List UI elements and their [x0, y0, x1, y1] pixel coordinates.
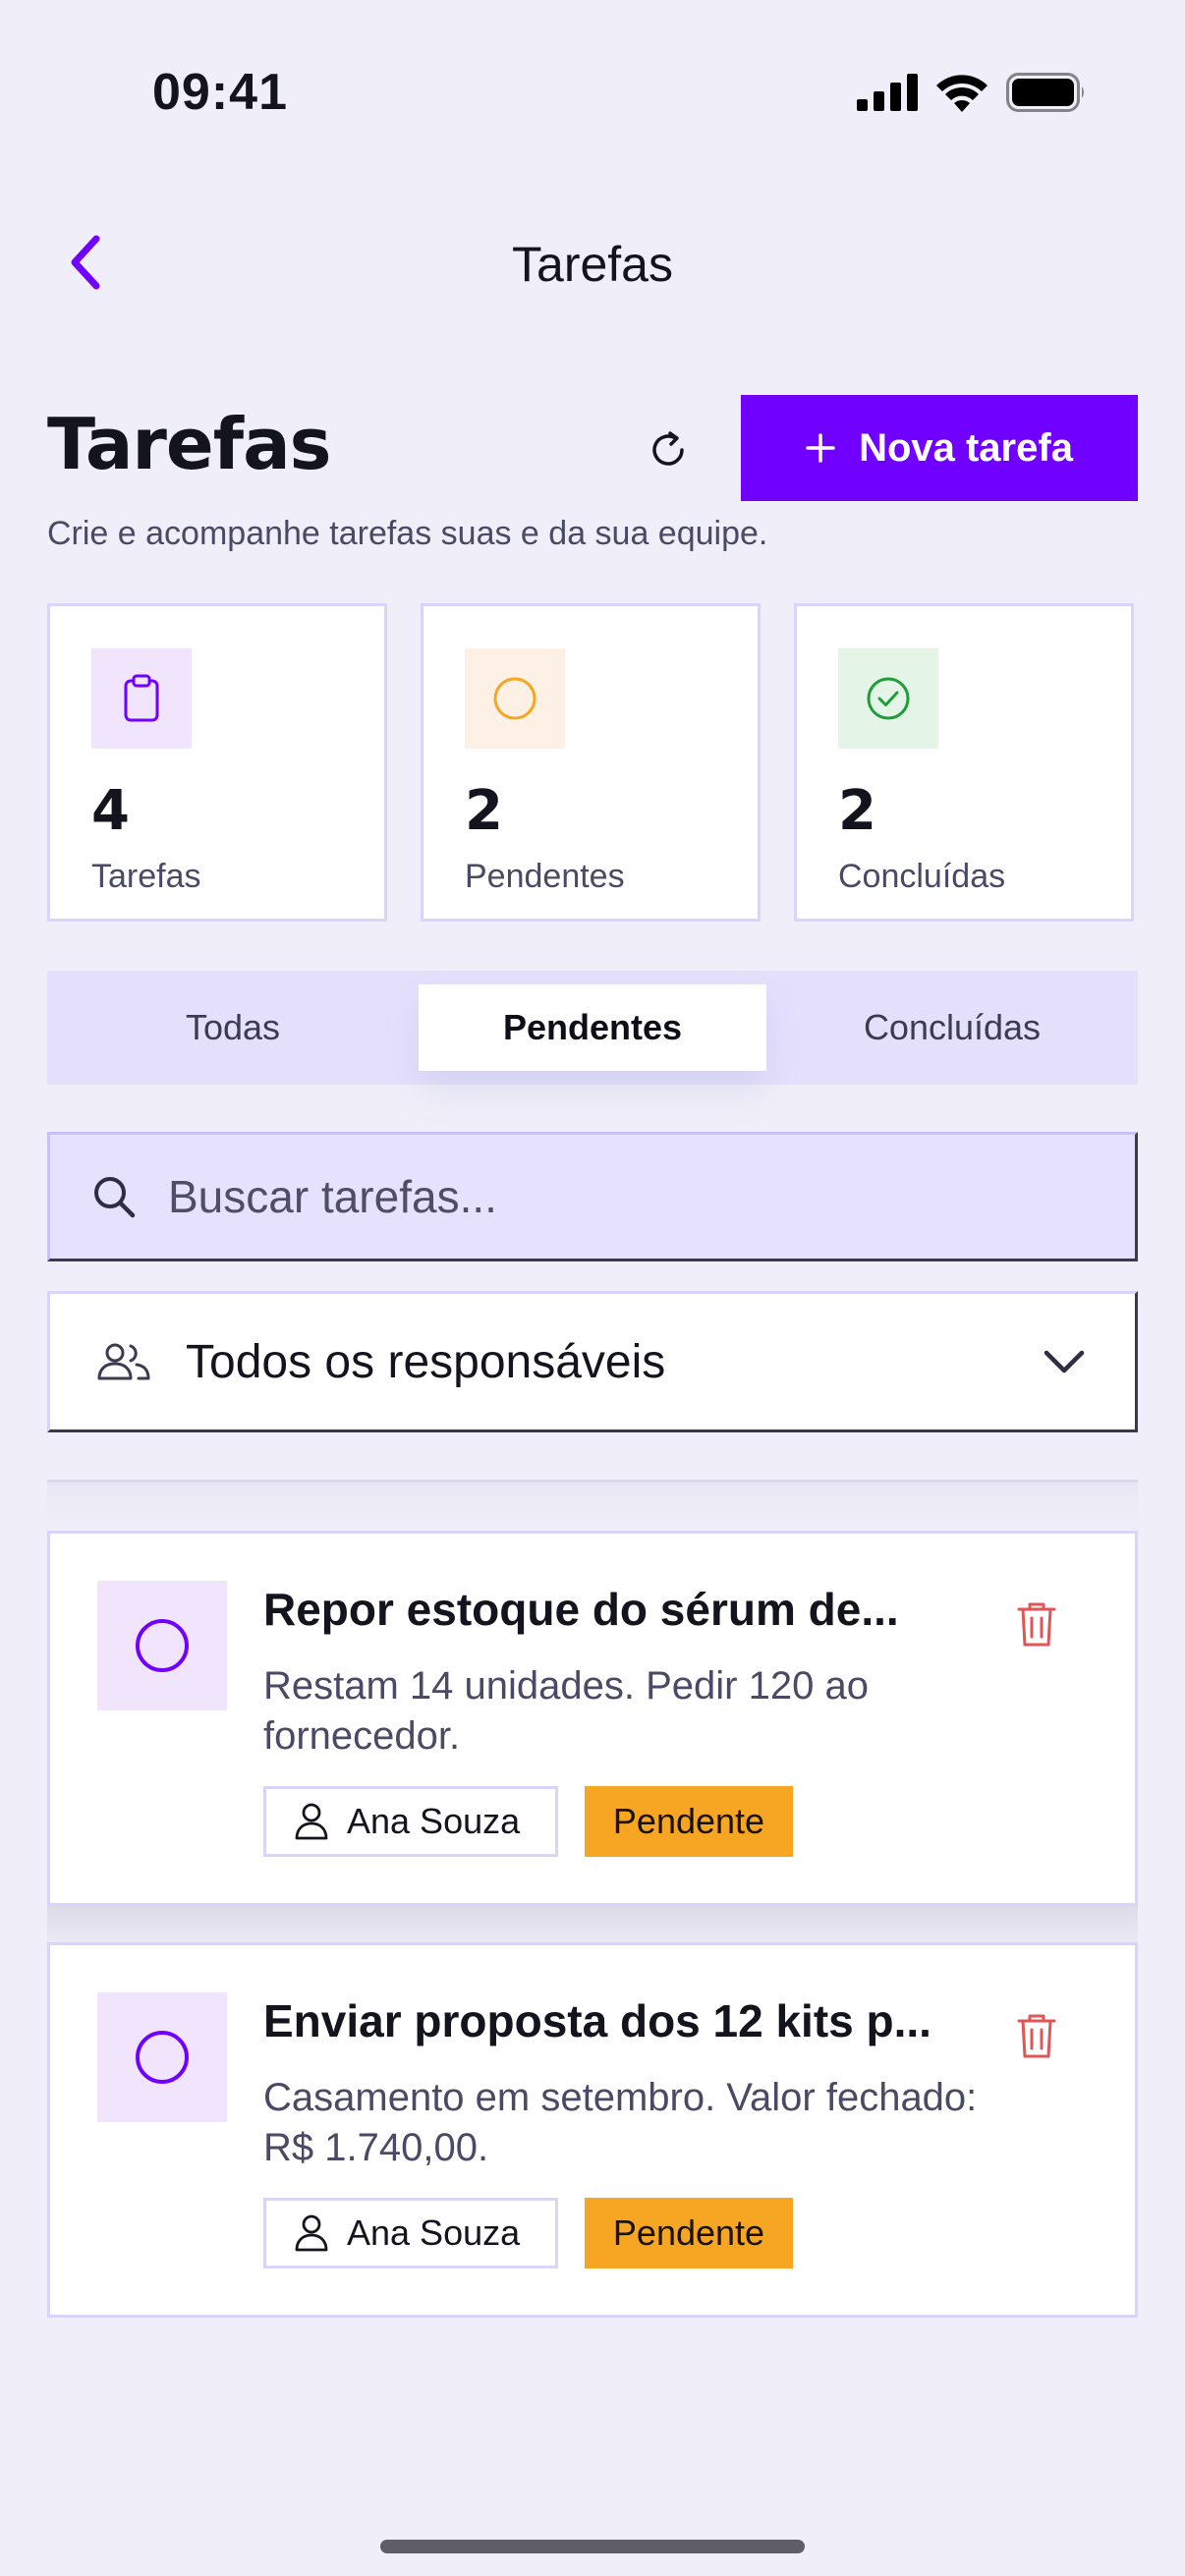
- delete-task-button[interactable]: [1007, 2006, 1066, 2065]
- task-description: Casamento em setembro. Valor fechado: R$…: [263, 2076, 978, 2169]
- plus-icon: [806, 433, 835, 463]
- search-icon: [94, 1177, 136, 1218]
- status-icons: [857, 73, 1087, 112]
- tab-todas[interactable]: Todas: [47, 971, 419, 1085]
- stat-label: Concluídas: [838, 858, 1006, 895]
- stat-card-total: 4 Tarefas: [47, 603, 387, 922]
- task-title: Repor estoque do sérum de...: [263, 1584, 899, 1635]
- assignee-chip: Ana Souza: [263, 1786, 558, 1857]
- refresh-icon: [652, 431, 684, 466]
- refresh-button[interactable]: [639, 420, 698, 479]
- circle-icon: [136, 1619, 189, 1672]
- task-complete-toggle[interactable]: [97, 1581, 227, 1710]
- delete-task-button[interactable]: [1007, 1595, 1066, 1653]
- stat-value: 4: [91, 779, 130, 843]
- assignee-filter-dropdown[interactable]: Todos os responsáveis: [47, 1291, 1138, 1432]
- status-badge: Pendente: [585, 1786, 793, 1857]
- signal-icon: [857, 74, 918, 111]
- stat-value: 2: [465, 779, 503, 843]
- chevron-down-icon: [1044, 1350, 1085, 1373]
- users-icon: [97, 1343, 150, 1380]
- circle-icon: [136, 2031, 189, 2084]
- filter-tabs: Todas Pendentes Concluídas: [47, 971, 1138, 1085]
- stat-card-completed: 2 Concluídas: [794, 603, 1134, 922]
- trash-icon: [1017, 1602, 1056, 1647]
- list-top-shadow: [47, 1483, 1138, 1532]
- home-indicator[interactable]: [380, 2540, 805, 2553]
- stat-value: 2: [838, 779, 876, 843]
- stat-label: Tarefas: [91, 858, 201, 895]
- status-badge: Pendente: [585, 2198, 793, 2268]
- user-icon: [295, 1803, 328, 1840]
- battery-icon: [1006, 73, 1084, 112]
- stat-card-pending: 2 Pendentes: [421, 603, 761, 922]
- wifi-icon: [936, 75, 988, 112]
- new-task-label: Nova tarefa: [859, 425, 1073, 470]
- search-box: [47, 1132, 1138, 1261]
- page-title: Tarefas: [47, 403, 332, 485]
- trash-icon: [1017, 2014, 1056, 2058]
- card-separator-shadow: [47, 1906, 1138, 1945]
- assignee-name: Ana Souza: [347, 1801, 521, 1841]
- task-card[interactable]: Enviar proposta dos 12 kits p... Casamen…: [47, 1942, 1138, 2318]
- tab-pendentes[interactable]: Pendentes: [419, 984, 766, 1071]
- task-complete-toggle[interactable]: [97, 1992, 227, 2122]
- stat-label: Pendentes: [465, 858, 625, 895]
- tab-concluidas[interactable]: Concluídas: [766, 971, 1138, 1085]
- circle-icon: [465, 648, 565, 749]
- back-button[interactable]: [57, 228, 116, 297]
- task-description: Restam 14 unidades. Pedir 120 ao fornece…: [263, 1664, 869, 1758]
- user-icon: [295, 2214, 328, 2252]
- assignee-name: Ana Souza: [347, 2212, 521, 2253]
- clipboard-icon: [91, 648, 192, 749]
- task-title: Enviar proposta dos 12 kits p...: [263, 1995, 931, 2046]
- nav-title: Tarefas: [512, 237, 673, 292]
- search-input[interactable]: [166, 1169, 1054, 1224]
- check-circle-icon: [838, 648, 938, 749]
- chevron-left-icon: [71, 235, 100, 290]
- status-time: 09:41: [152, 64, 288, 121]
- page-subtitle: Crie e acompanhe tarefas suas e da sua e…: [47, 515, 768, 552]
- new-task-button[interactable]: Nova tarefa: [741, 395, 1138, 501]
- assignee-filter-value: Todos os responsáveis: [186, 1335, 666, 1388]
- task-card[interactable]: Repor estoque do sérum de... Restam 14 u…: [47, 1531, 1138, 1906]
- assignee-chip: Ana Souza: [263, 2198, 558, 2268]
